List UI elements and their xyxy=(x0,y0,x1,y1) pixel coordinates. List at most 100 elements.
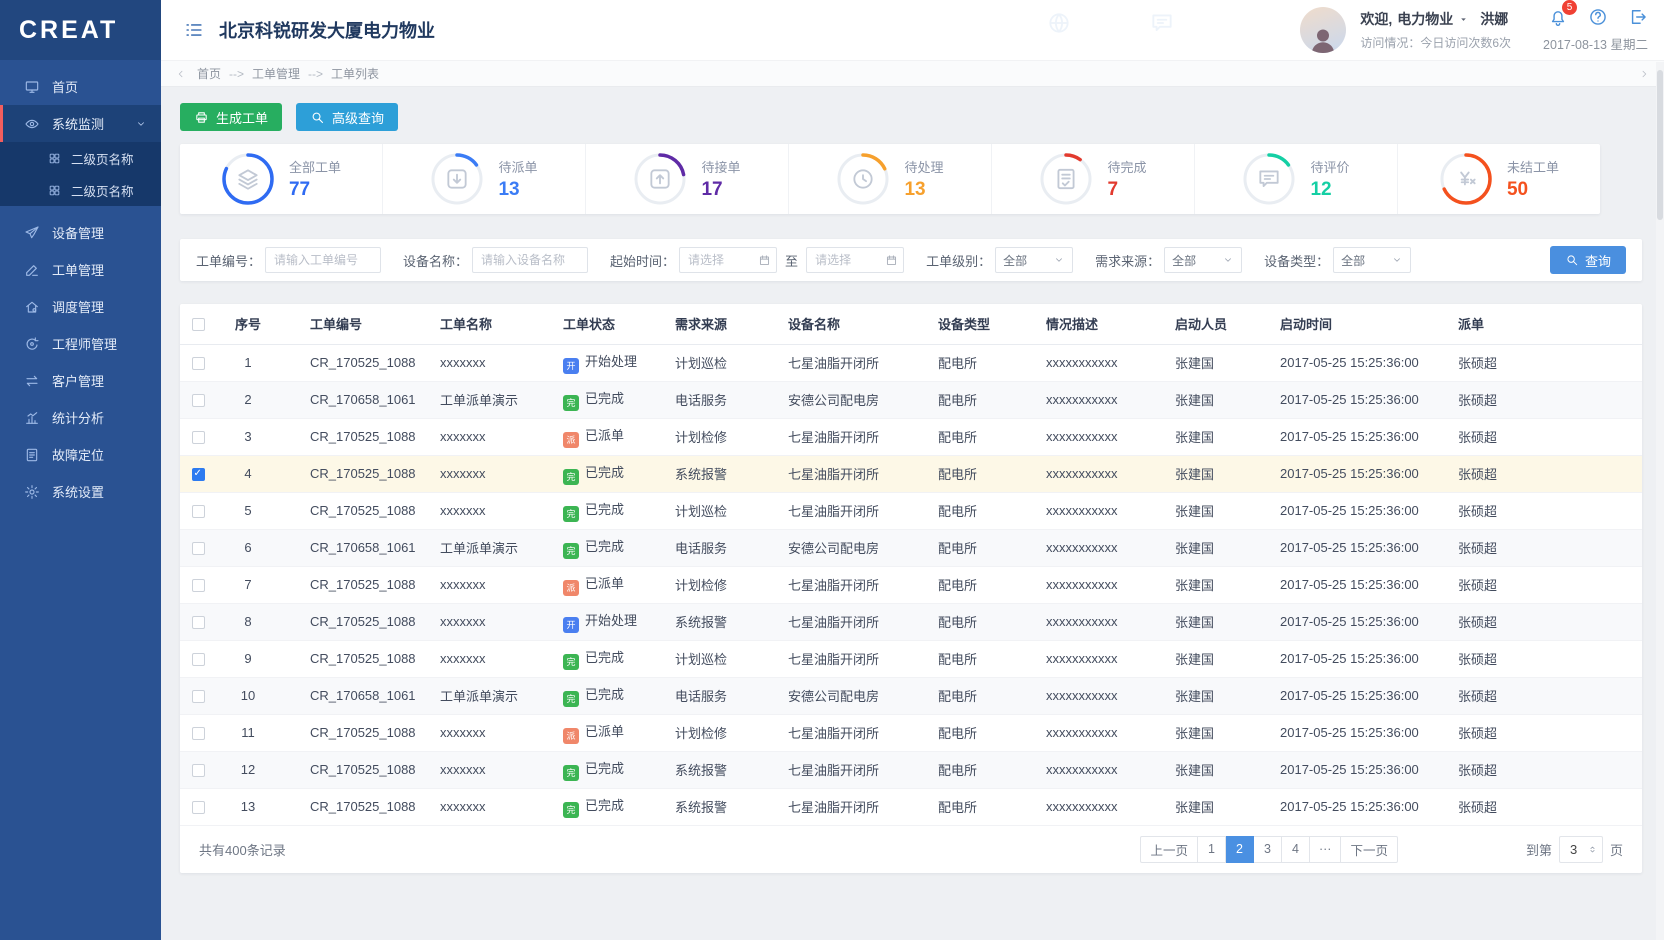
document-icon xyxy=(24,447,40,463)
row-checkbox[interactable] xyxy=(192,505,205,518)
menu-toggle-icon[interactable] xyxy=(183,19,205,41)
grid-icon xyxy=(48,184,61,197)
row-checkbox[interactable] xyxy=(192,690,205,703)
sidebar-item-customer-mgmt[interactable]: 客户管理 xyxy=(0,362,161,399)
scrollbar-thumb[interactable] xyxy=(1657,70,1663,220)
stats-row: 全部工单 77 待派单 13 待接单 17 待处理 xyxy=(180,144,1600,214)
sidebar-item-fault-location[interactable]: 故障定位 xyxy=(0,436,161,473)
generate-order-button[interactable]: 生成工单 xyxy=(180,103,282,131)
sidebar-item-home[interactable]: 首页 xyxy=(0,68,161,105)
row-checkbox[interactable] xyxy=(192,727,205,740)
order-no-input[interactable] xyxy=(265,247,381,273)
sidebar-item-engineer-mgmt[interactable]: 工程师管理 xyxy=(0,325,161,362)
layers-icon xyxy=(221,152,275,206)
table-row[interactable]: 7 CR_170525_1088 xxxxxxx 派已派单 计划检修 七星油脂开… xyxy=(180,566,1642,603)
order-no-label: 工单编号： xyxy=(196,251,261,270)
column-header: 启动人员 xyxy=(1170,304,1275,344)
page-button-1[interactable]: 1 xyxy=(1198,836,1226,863)
orders-table-card: 序号工单编号工单名称工单状态需求来源设备名称设备类型情况描述启动人员启动时间派单… xyxy=(180,304,1642,873)
page-next-button[interactable]: 下一页 xyxy=(1341,836,1398,863)
help-icon[interactable] xyxy=(1588,7,1608,27)
column-header: 情况描述 xyxy=(1040,304,1170,344)
device-name-input[interactable] xyxy=(472,247,588,273)
sidebar-item-system-monitor[interactable]: 系统监测 xyxy=(0,105,161,142)
stat-value: 17 xyxy=(701,179,740,201)
sidebar-item-label: 客户管理 xyxy=(52,371,104,390)
table-row[interactable]: 13 CR_170525_1088 xxxxxxx 完已完成 系统报警 七星油脂… xyxy=(180,788,1642,825)
goto-page-input[interactable]: 3 xyxy=(1559,836,1603,863)
stat-card-to-process[interactable]: 待处理 13 xyxy=(789,144,992,214)
page-button-3[interactable]: 3 xyxy=(1254,836,1282,863)
stat-card-to-dispatch[interactable]: 待派单 13 xyxy=(383,144,586,214)
sidebar-item-label: 二级页名称 xyxy=(71,181,134,200)
notifications-button[interactable]: 5 xyxy=(1548,7,1568,27)
stat-card-unsettled[interactable]: 未结工单 50 xyxy=(1398,144,1600,214)
table-row[interactable]: 2 CR_170658_1061 工单派单演示 完已完成 电话服务 安德公司配电… xyxy=(180,381,1642,418)
scrollbar-track[interactable] xyxy=(1656,62,1664,940)
device-type-select[interactable]: 全部 xyxy=(1333,247,1411,273)
status-label: 已完成 xyxy=(585,465,624,480)
sidebar-item-subpage-2[interactable]: 二级页名称 xyxy=(0,174,161,206)
row-checkbox[interactable] xyxy=(192,431,205,444)
table-row[interactable]: 4 CR_170525_1088 xxxxxxx 完已完成 系统报警 七星油脂开… xyxy=(180,455,1642,492)
row-checkbox[interactable] xyxy=(192,357,205,370)
sidebar-item-device-mgmt[interactable]: 设备管理 xyxy=(0,214,161,251)
level-select[interactable]: 全部 xyxy=(995,247,1073,273)
spinner-icon[interactable] xyxy=(1587,844,1598,855)
start-date-input[interactable] xyxy=(679,247,777,273)
sidebar-item-label: 系统监测 xyxy=(52,114,104,133)
avatar[interactable] xyxy=(1300,7,1346,53)
row-checkbox[interactable] xyxy=(192,579,205,592)
stat-card-to-accept[interactable]: 待接单 17 xyxy=(586,144,789,214)
breadcrumb-item[interactable]: 工单管理 xyxy=(252,65,300,82)
sidebar-item-subpage-1[interactable]: 二级页名称 xyxy=(0,142,161,174)
breadcrumb-forward-icon[interactable] xyxy=(1638,68,1650,80)
page-button-4[interactable]: 4 xyxy=(1282,836,1310,863)
page-button-2[interactable]: 2 xyxy=(1226,836,1254,863)
yen-cancel-icon xyxy=(1439,152,1493,206)
breadcrumb-item[interactable]: 工单列表 xyxy=(331,65,379,82)
row-checkbox[interactable] xyxy=(192,542,205,555)
source-select[interactable]: 全部 xyxy=(1164,247,1242,273)
stat-card-to-review[interactable]: 待评价 12 xyxy=(1195,144,1398,214)
logout-icon[interactable] xyxy=(1628,7,1648,27)
table-row[interactable]: 11 CR_170525_1088 xxxxxxx 派已派单 计划检修 七星油脂… xyxy=(180,714,1642,751)
sidebar-item-stats-analysis[interactable]: 统计分析 xyxy=(0,399,161,436)
row-checkbox[interactable] xyxy=(192,394,205,407)
table-row[interactable]: 1 CR_170525_1088 xxxxxxx 开开始处理 计划巡检 七星油脂… xyxy=(180,344,1642,381)
table-row[interactable]: 3 CR_170525_1088 xxxxxxx 派已派单 计划检修 七星油脂开… xyxy=(180,418,1642,455)
end-date-input[interactable] xyxy=(806,247,904,273)
stat-label: 待派单 xyxy=(498,157,537,176)
breadcrumb-item[interactable]: 首页 xyxy=(197,65,221,82)
row-checkbox[interactable] xyxy=(192,653,205,666)
search-icon xyxy=(1565,253,1579,267)
status-badge: 完 xyxy=(563,469,579,485)
advanced-search-button[interactable]: 高级查询 xyxy=(296,103,398,131)
stat-label: 待接单 xyxy=(701,157,740,176)
stat-card-to-finish[interactable]: 待完成 7 xyxy=(992,144,1195,214)
sidebar-item-dispatch-mgmt[interactable]: 调度管理 xyxy=(0,288,161,325)
top-bar: 北京科锐研发大厦电力物业 欢迎, 电力物业 洪娜 访问情况：今日访问次数6次 5 xyxy=(161,0,1664,60)
table-row[interactable]: 6 CR_170658_1061 工单派单演示 完已完成 电话服务 安德公司配电… xyxy=(180,529,1642,566)
sidebar-item-system-settings[interactable]: 系统设置 xyxy=(0,473,161,510)
row-checkbox[interactable] xyxy=(192,616,205,629)
org-name[interactable]: 电力物业 xyxy=(1397,9,1453,29)
sidebar: CREAT 首页系统监测二级页名称二级页名称设备管理工单管理调度管理工程师管理客… xyxy=(0,0,161,940)
search-button[interactable]: 查询 xyxy=(1550,246,1626,274)
table-row[interactable]: 8 CR_170525_1088 xxxxxxx 开开始处理 系统报警 七星油脂… xyxy=(180,603,1642,640)
select-all-checkbox[interactable] xyxy=(192,318,205,331)
row-checkbox[interactable] xyxy=(192,468,205,481)
column-header: 工单名称 xyxy=(430,304,550,344)
page-prev-button[interactable]: 上一页 xyxy=(1140,836,1198,863)
table-row[interactable]: 10 CR_170658_1061 工单派单演示 完已完成 电话服务 安德公司配… xyxy=(180,677,1642,714)
caret-down-icon[interactable] xyxy=(1458,14,1469,25)
table-row[interactable]: 9 CR_170525_1088 xxxxxxx 完已完成 计划巡检 七星油脂开… xyxy=(180,640,1642,677)
sidebar-item-workorder-mgmt[interactable]: 工单管理 xyxy=(0,251,161,288)
stat-card-all-orders[interactable]: 全部工单 77 xyxy=(180,144,383,214)
paper-plane-icon xyxy=(24,225,40,241)
breadcrumb-back-icon[interactable] xyxy=(175,68,187,80)
table-row[interactable]: 12 CR_170525_1088 xxxxxxx 完已完成 系统报警 七星油脂… xyxy=(180,751,1642,788)
row-checkbox[interactable] xyxy=(192,764,205,777)
row-checkbox[interactable] xyxy=(192,801,205,814)
table-row[interactable]: 5 CR_170525_1088 xxxxxxx 完已完成 计划巡检 七星油脂开… xyxy=(180,492,1642,529)
